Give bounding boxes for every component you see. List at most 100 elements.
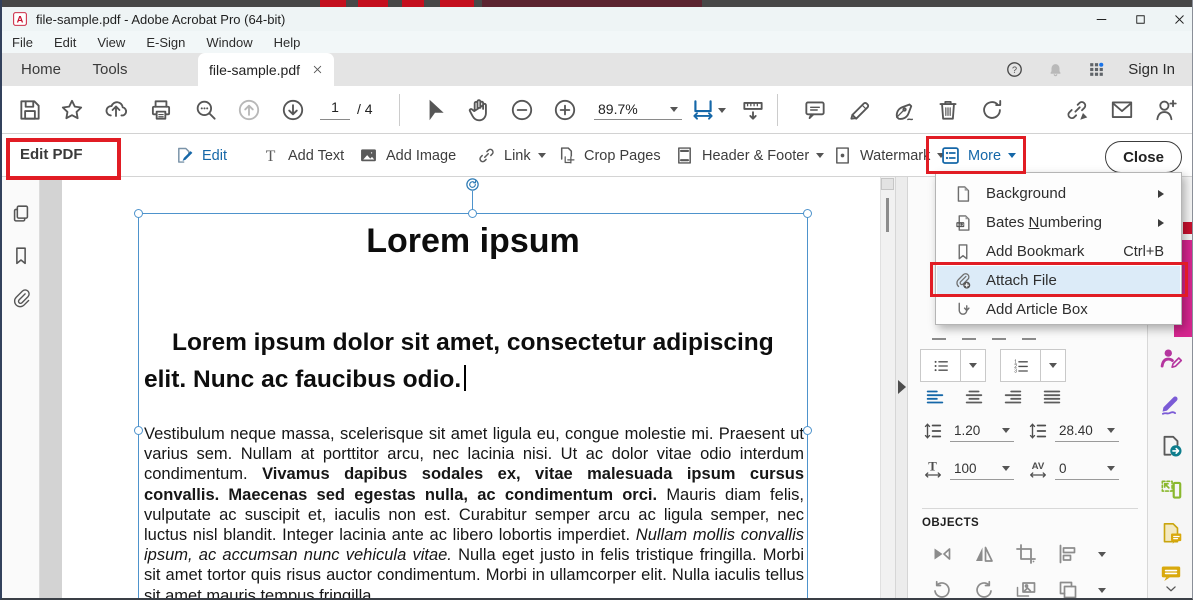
numbered-list-dropdown[interactable]: [1041, 350, 1065, 381]
numbered-list-button[interactable]: 123: [1001, 350, 1041, 381]
select-tool-icon[interactable]: [422, 97, 448, 123]
chevron-down-icon: [670, 107, 678, 112]
watermark-button[interactable]: Watermark: [832, 134, 945, 177]
flip-horizontal-icon[interactable]: [972, 542, 996, 566]
invite-person-icon[interactable]: [1153, 97, 1179, 123]
menu-item-background[interactable]: Background: [937, 179, 1180, 208]
delete-pages-icon[interactable]: [935, 97, 961, 123]
apps-grid-icon[interactable]: [1087, 60, 1106, 79]
header-footer-button[interactable]: Header & Footer: [674, 134, 824, 177]
horizontal-scale-select[interactable]: 100: [950, 458, 1014, 480]
menu-item-add-article-box[interactable]: Add Article Box: [937, 295, 1180, 324]
align-right-button[interactable]: [1002, 386, 1024, 408]
crop-pages-button[interactable]: Crop Pages: [556, 134, 661, 177]
close-edit-pdf-button[interactable]: Close: [1105, 141, 1182, 173]
page-number-input[interactable]: 1: [320, 99, 350, 120]
page-thumbnails-icon[interactable]: [10, 203, 32, 225]
menu-edit[interactable]: Edit: [54, 35, 76, 50]
sign-in-button[interactable]: Sign In: [1128, 61, 1175, 78]
add-image-button[interactable]: Add Image: [358, 134, 456, 177]
align-center-button[interactable]: [963, 386, 985, 408]
maximize-button[interactable]: [1133, 12, 1148, 27]
next-page-icon[interactable]: [280, 97, 306, 123]
chevron-down-icon[interactable]: [1098, 588, 1106, 593]
bookmarks-icon[interactable]: [10, 245, 32, 267]
rotate-ccw-icon[interactable]: [930, 578, 954, 600]
share-upload-icon[interactable]: [103, 97, 129, 123]
page-fit-chevron-icon[interactable]: [718, 108, 726, 113]
tab-home[interactable]: Home: [10, 53, 72, 86]
text-block-selection-box[interactable]: [138, 213, 808, 600]
arrange-objects-icon[interactable]: [1056, 578, 1080, 600]
help-icon[interactable]: ?: [1005, 60, 1024, 79]
menu-item-add-bookmark[interactable]: Add Bookmark Ctrl+B: [937, 237, 1180, 266]
replace-image-icon[interactable]: [1014, 578, 1038, 600]
previous-page-icon[interactable]: [236, 97, 262, 123]
menu-esign[interactable]: E-Sign: [146, 35, 185, 50]
tab-document[interactable]: file-sample.pdf: [198, 53, 334, 86]
selection-handle-top-center[interactable]: [468, 209, 477, 218]
flip-vertical-icon[interactable]: [930, 542, 954, 566]
menu-window[interactable]: Window: [206, 35, 252, 50]
link-button[interactable]: Link: [476, 134, 546, 177]
selection-handle-top-right[interactable]: [803, 209, 812, 218]
request-signatures-icon[interactable]: [1158, 345, 1184, 371]
menu-item-attach-file[interactable]: Attach File: [937, 266, 1180, 295]
export-pdf-icon[interactable]: [1158, 433, 1184, 459]
selection-handle-top-left[interactable]: [134, 209, 143, 218]
crop-object-icon[interactable]: [1014, 542, 1038, 566]
edit-button[interactable]: Edit: [174, 134, 227, 177]
attachments-icon[interactable]: [10, 287, 32, 309]
email-icon[interactable]: [1109, 97, 1135, 123]
align-objects-icon[interactable]: [1056, 542, 1080, 566]
numbered-list-button-group: 123: [1000, 349, 1066, 382]
rotate-pages-icon[interactable]: [979, 97, 1005, 123]
panel-expand-arrow[interactable]: [898, 380, 906, 394]
search-icon[interactable]: [193, 97, 219, 123]
highlighter-icon[interactable]: [847, 97, 873, 123]
character-spacing-select[interactable]: 0: [1055, 458, 1119, 480]
window-title: file-sample.pdf - Adobe Acrobat Pro (64-…: [36, 12, 285, 27]
sign-pen-icon[interactable]: [891, 97, 917, 123]
measure-tool-icon[interactable]: [740, 97, 766, 123]
comment-icon[interactable]: [802, 97, 828, 123]
rotate-cw-icon[interactable]: [972, 578, 996, 600]
share-link-icon[interactable]: [1064, 97, 1090, 123]
scrollbar-thumb[interactable]: [886, 198, 889, 232]
chevron-down-icon[interactable]: [1098, 552, 1106, 557]
add-text-button[interactable]: T Add Text: [260, 134, 344, 177]
menu-view[interactable]: View: [97, 35, 125, 50]
save-icon[interactable]: [17, 97, 43, 123]
star-favorite-icon[interactable]: [59, 97, 85, 123]
page-comment-icon[interactable]: [1158, 520, 1184, 546]
fill-and-sign-icon[interactable]: [1158, 390, 1184, 416]
more-tools-chevron-icon[interactable]: [1160, 582, 1182, 596]
page-fit-icon[interactable]: [690, 97, 716, 123]
minimize-button[interactable]: [1094, 12, 1109, 27]
bulleted-list-dropdown[interactable]: [961, 350, 985, 381]
tab-tools[interactable]: Tools: [80, 53, 140, 86]
rotate-handle[interactable]: [465, 177, 480, 192]
paragraph-spacing-select[interactable]: 28.40: [1055, 420, 1119, 442]
organize-pages-icon[interactable]: [1158, 477, 1184, 503]
tab-close-icon[interactable]: [312, 64, 323, 75]
hand-tool-icon[interactable]: [466, 97, 492, 123]
zoom-level-select[interactable]: 89.7%: [594, 99, 682, 120]
menu-help[interactable]: Help: [274, 35, 301, 50]
menu-file[interactable]: File: [12, 35, 33, 50]
selection-handle-mid-right[interactable]: [803, 426, 812, 435]
bell-icon[interactable]: [1046, 60, 1065, 79]
line-spacing-select[interactable]: 1.20: [950, 420, 1014, 442]
menu-item-bates-numbering[interactable]: 012 Bates Numbering: [937, 208, 1180, 237]
print-icon[interactable]: [148, 97, 174, 123]
vertical-scrollbar[interactable]: [880, 177, 895, 600]
close-window-button[interactable]: [1172, 12, 1187, 27]
zoom-in-icon[interactable]: [552, 97, 578, 123]
align-justify-button[interactable]: [1041, 386, 1063, 408]
align-left-button[interactable]: [924, 386, 946, 408]
bulleted-list-button[interactable]: [921, 350, 961, 381]
scroll-up-button[interactable]: [881, 178, 894, 190]
zoom-out-icon[interactable]: [509, 97, 535, 123]
more-button[interactable]: More: [940, 134, 1016, 177]
selection-handle-mid-left[interactable]: [134, 426, 143, 435]
